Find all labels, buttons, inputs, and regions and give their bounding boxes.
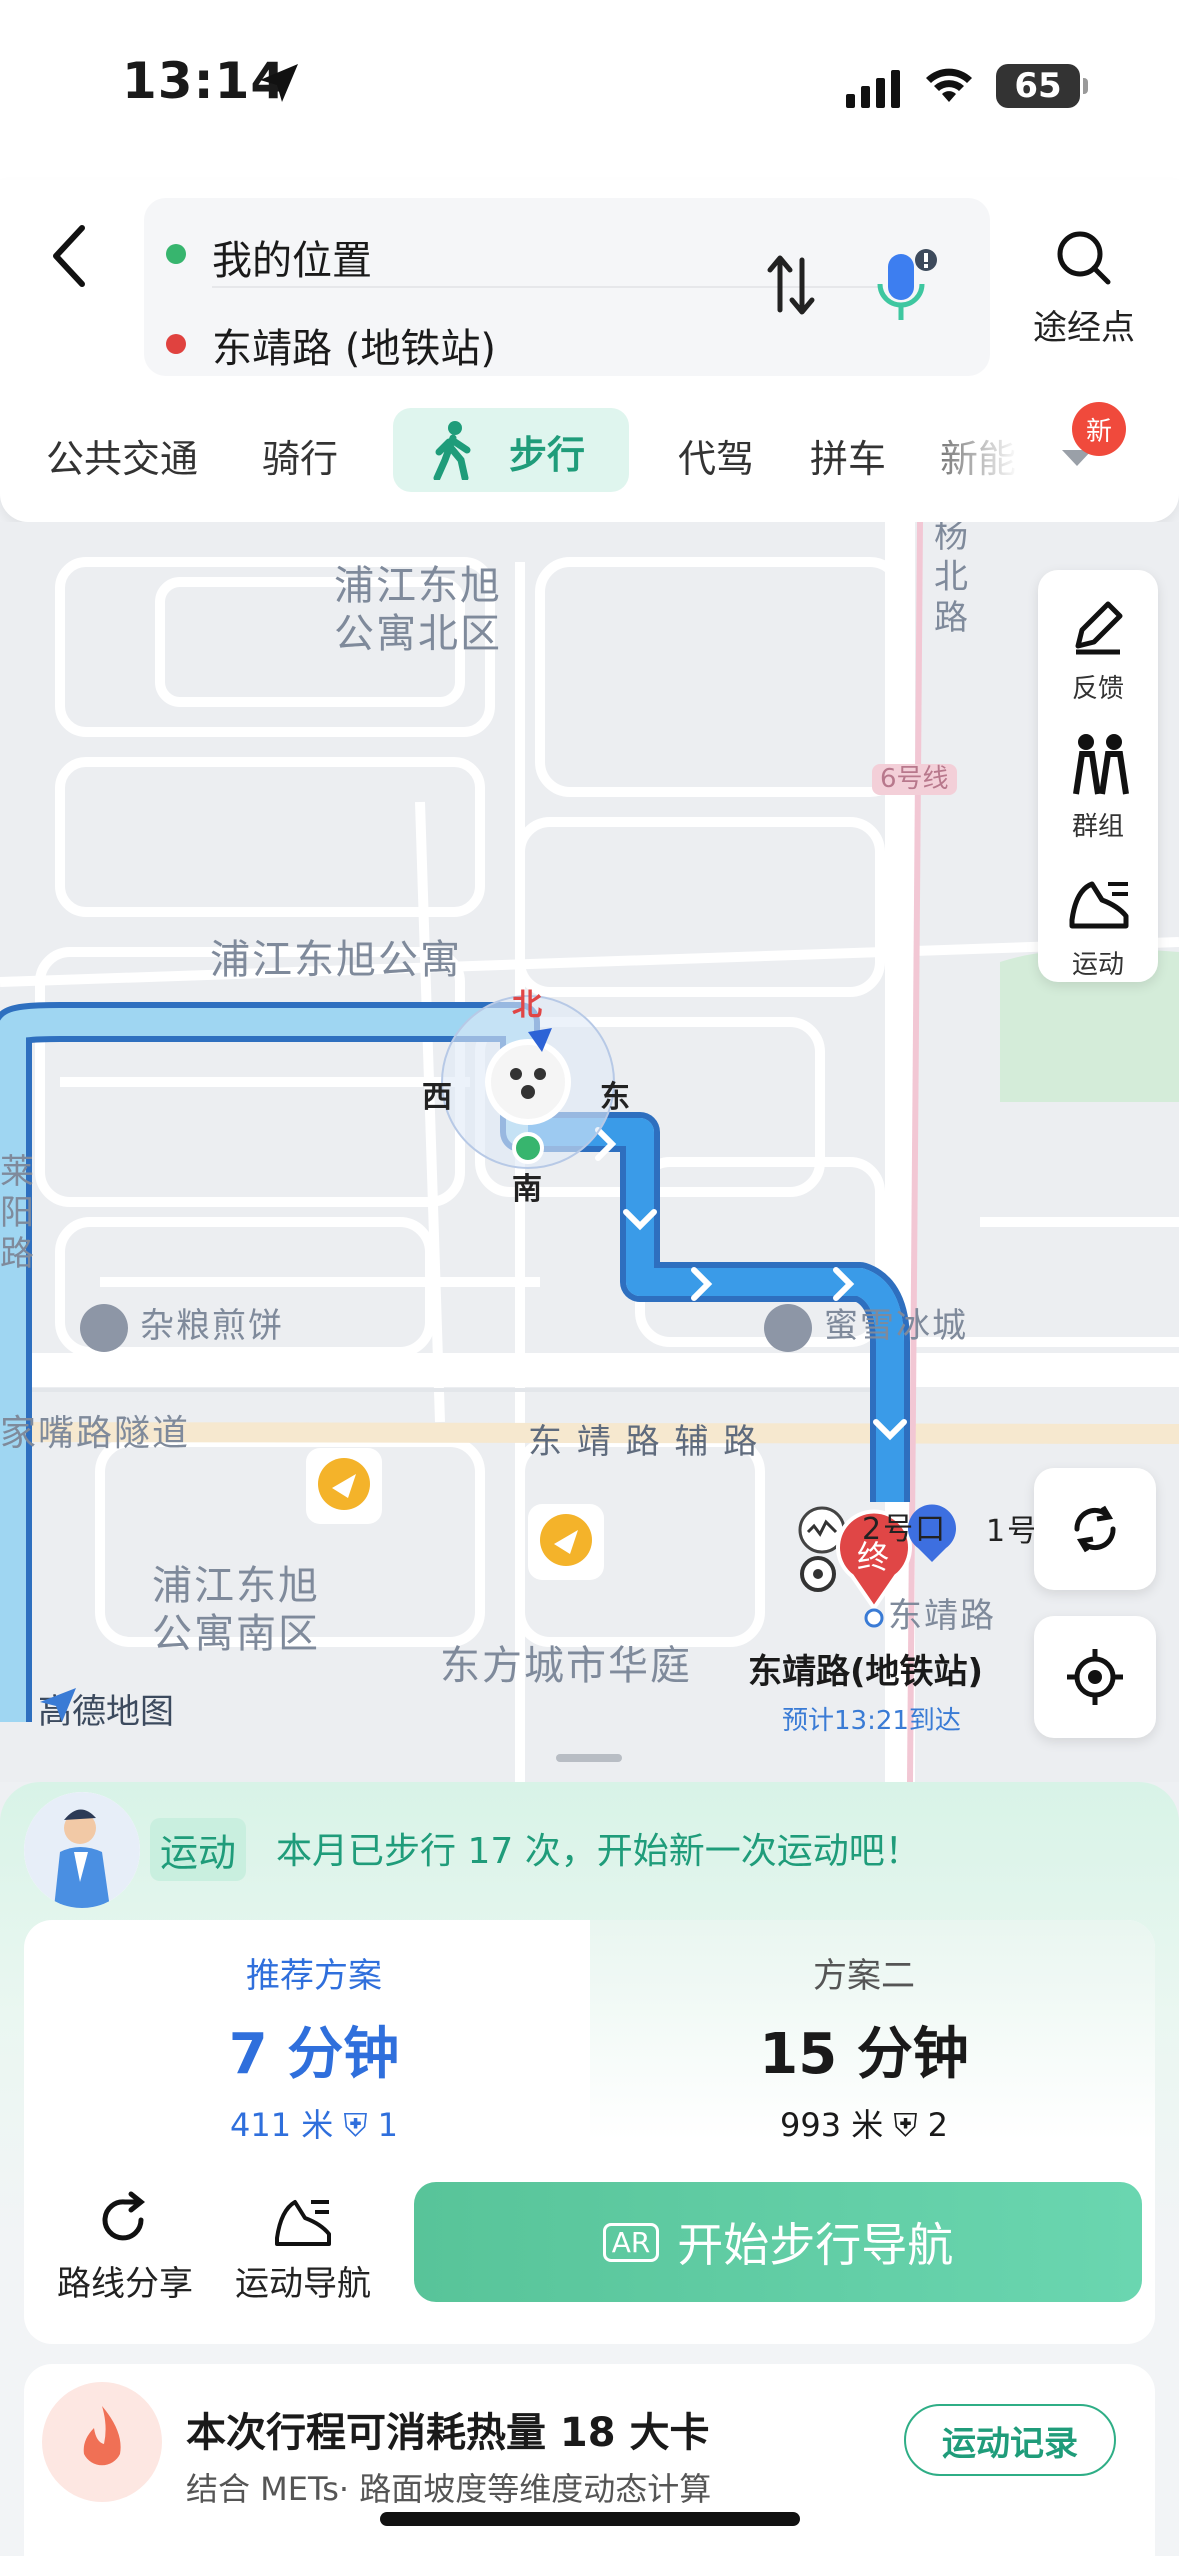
route-plans-card: 推荐方案 7 分钟 411 米 ⛨ 1 方案二 15 分钟 993 米 ⛨ 2 … [24, 1920, 1155, 2344]
tab-bike[interactable]: 骑行 [262, 428, 338, 483]
tab-walk[interactable]: 步行 [393, 408, 629, 492]
start-nav-label: 开始步行导航 [677, 2218, 954, 2272]
plan2-time: 15 分钟 [759, 2022, 969, 2087]
new-badge: 新 [1072, 402, 1126, 456]
locate-me-button[interactable] [1034, 1616, 1156, 1738]
ar-icon: AR [602, 2222, 660, 2262]
map-label-metro-line: 6号线 [872, 764, 957, 796]
destination-field[interactable]: 东靖路 (地铁站) [212, 316, 496, 374]
end-marker-label: 终 [857, 1538, 890, 1576]
share-route-button[interactable]: 路线分享 [40, 2190, 210, 2310]
route-sheet: 运动 本月已步行 17 次，开始新一次运动吧！ 推荐方案 7 分钟 411 米 … [0, 1782, 1179, 2556]
search-icon [1057, 231, 1111, 285]
share-label: 路线分享 [57, 2264, 193, 2304]
status-bar: 13:14 65 [0, 0, 1179, 180]
back-arrow-icon[interactable] [40, 216, 100, 296]
crosshair-icon [1067, 1649, 1123, 1705]
plan1-name: 推荐方案 [246, 1956, 382, 1996]
map-label-lai-road: 莱 阳 路 [0, 1152, 36, 1274]
running-shoe-icon [1069, 881, 1129, 929]
sport-nav-label: 运动导航 [235, 2264, 371, 2304]
swap-icon[interactable] [764, 250, 818, 320]
group-label: 群组 [1071, 812, 1124, 842]
map-label-station: 东靖路 [888, 1596, 996, 1636]
tab-transit[interactable]: 公共交通 [46, 428, 198, 483]
sport-label: 运动 [1071, 950, 1124, 980]
pencil-icon [1075, 601, 1123, 655]
sport-nav-button[interactable]: 运动导航 [218, 2190, 388, 2310]
destination-name: 东靖路(地铁站) [748, 1652, 984, 1692]
map-logo: 高德地图 [38, 1684, 174, 1733]
refresh-route-button[interactable] [1034, 1468, 1156, 1590]
plan2-meta: 993 米 ⛨ 2 [780, 2106, 948, 2144]
map-label-mixue: 蜜雪冰城 [824, 1306, 968, 1346]
compass-south: 南 [512, 1172, 542, 1207]
map-label-exit1: 1号 [986, 1514, 1040, 1549]
start-walk-navigation-button[interactable]: AR 开始步行导航 [414, 2182, 1142, 2302]
share-icon [102, 2191, 146, 2241]
battery-indicator: 65 [996, 64, 1088, 108]
compass-west: 西 [422, 1080, 452, 1115]
home-indicator[interactable] [380, 2512, 800, 2526]
sport-record-button[interactable]: 运动记录 [904, 2404, 1116, 2476]
travel-mode-tabs: 公共交通 骑行 步行 代驾 拼车 新能 新 [0, 402, 1179, 508]
location-arrow-icon [260, 64, 298, 102]
map-view[interactable]: 浦江东旭 公寓北区 浦江东旭公寓 浦江东旭 公寓南区 东方城市华庭 杨 北 路 … [0, 522, 1179, 1782]
compass-east: 东 [600, 1080, 630, 1115]
map-label-apt-south: 浦江东旭 公寓南区 [152, 1563, 320, 1657]
plan2-name: 方案二 [813, 1956, 915, 1996]
tabs-fade [900, 408, 1070, 498]
route-input-box: 我的位置 东靖路 (地铁站) [144, 198, 990, 376]
flame-icon [42, 2382, 162, 2502]
sport-message: 本月已步行 17 次，开始新一次运动吧！ [276, 1831, 921, 1872]
map-label-apt-north: 浦江东旭 公寓北区 [334, 563, 502, 657]
map-label-fu-road: 东 靖 路 辅 路 [528, 1422, 760, 1462]
plan1-time: 7 分钟 [228, 2022, 400, 2087]
map-label-huating: 东方城市华庭 [440, 1643, 692, 1689]
plan-two[interactable]: 方案二 15 分钟 993 米 ⛨ 2 [604, 1948, 1124, 2146]
tab-carpool[interactable]: 拼车 [810, 428, 886, 483]
map-label-tunnel: 家嘴路隧道 [0, 1413, 191, 1454]
map-label-food: 杂粮煎饼 [140, 1306, 284, 1346]
refresh-icon [1074, 1505, 1116, 1553]
origin-dot [166, 244, 186, 264]
plan-recommended[interactable]: 推荐方案 7 分钟 411 米 ⛨ 1 [54, 1948, 574, 2146]
walking-person-icon [433, 421, 471, 480]
feedback-button[interactable]: 反馈 [1038, 580, 1158, 712]
waypoint-label: 途经点 [1033, 308, 1135, 348]
wifi-icon [926, 68, 972, 102]
plan1-meta: 411 米 ⛨ 1 [230, 2106, 398, 2144]
voice-input-icon[interactable] [874, 244, 944, 328]
signal-icon [846, 70, 900, 108]
tab-driver[interactable]: 代驾 [678, 428, 754, 483]
feedback-label: 反馈 [1071, 674, 1124, 704]
tab-walk-label: 步行 [509, 433, 586, 477]
calorie-subtitle: 结合 METs· 路面坡度等维度动态计算 [186, 2470, 712, 2508]
compass-north: 北 [512, 988, 542, 1023]
amap-logo-icon [40, 1688, 76, 1722]
route-panel: 我的位置 东靖路 (地铁站) 途经点 公共交通 骑行 步行 代驾 拼车 新能 新 [0, 180, 1179, 522]
map-label-apt: 浦江东旭公寓 [210, 937, 462, 983]
sheet-drag-handle[interactable] [556, 1754, 622, 1762]
calorie-title: 本次行程可消耗热量 18 大卡 [186, 2410, 710, 2456]
eta-label: 预计13:21到达 [782, 1706, 961, 1736]
calorie-card: 本次行程可消耗热量 18 大卡 结合 METs· 路面坡度等维度动态计算 运动记… [24, 2364, 1155, 2556]
group-button[interactable]: 群组 [1038, 718, 1158, 850]
sport-avatar [24, 1792, 140, 1908]
group-people-icon [1073, 734, 1129, 795]
map-side-panel: 反馈 群组 运动 [1038, 570, 1158, 982]
sport-tag: 运动 [150, 1818, 247, 1881]
sport-button[interactable]: 运动 [1038, 856, 1158, 988]
origin-field[interactable]: 我的位置 [212, 228, 372, 286]
destination-dot [166, 334, 186, 354]
sport-shoe-icon [275, 2200, 331, 2246]
map-label-yang-road: 杨 北 路 [934, 522, 970, 638]
waypoint-button[interactable]: 途经点 [1024, 228, 1144, 358]
